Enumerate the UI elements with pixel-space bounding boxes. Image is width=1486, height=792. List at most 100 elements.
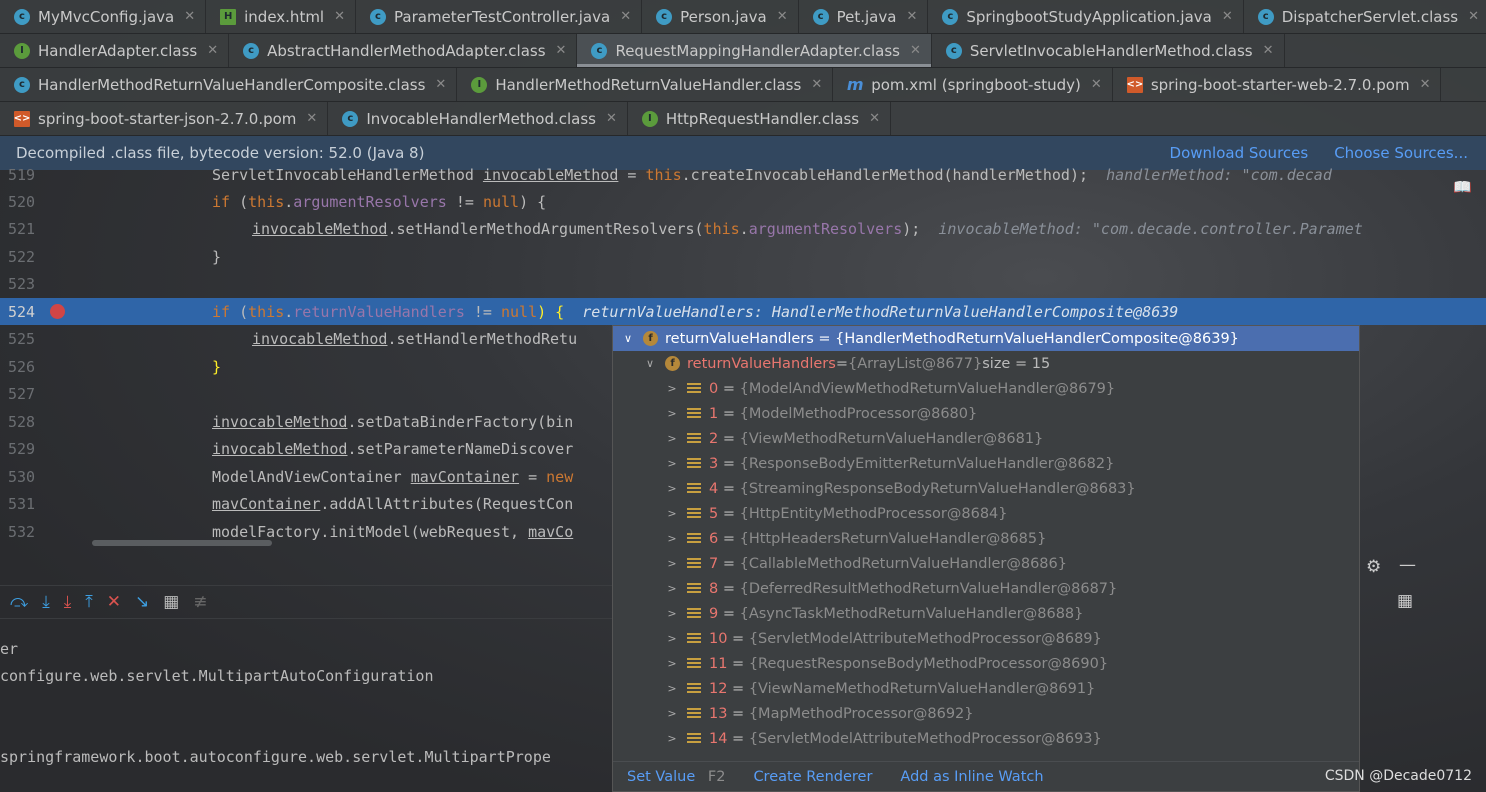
list-element-node[interactable]: >8 = {DeferredResultMethodReturnValueHan…: [613, 576, 1359, 601]
chevron-down-icon[interactable]: ∨: [643, 357, 657, 370]
close-icon[interactable]: ✕: [906, 9, 917, 24]
tab[interactable]: Hindex.html ✕: [206, 0, 357, 33]
tab[interactable]: c Person.java ✕: [642, 0, 799, 33]
close-icon[interactable]: ✕: [1091, 77, 1102, 92]
chevron-down-icon[interactable]: ∨: [621, 332, 635, 345]
tab[interactable]: c InvocableHandlerMethod.class ✕: [328, 102, 628, 135]
close-icon[interactable]: ✕: [606, 111, 617, 126]
force-step-into-icon[interactable]: ⤓: [64, 592, 72, 612]
add-inline-watch-link[interactable]: Add as Inline Watch: [900, 769, 1043, 785]
tab[interactable]: c ParameterTestController.java ✕: [356, 0, 643, 33]
chevron-right-icon[interactable]: >: [665, 657, 679, 670]
close-icon[interactable]: ✕: [435, 77, 446, 92]
step-out-icon[interactable]: ⤒: [85, 592, 93, 612]
tab[interactable]: c Pet.java ✕: [799, 0, 929, 33]
close-icon[interactable]: ✕: [811, 77, 822, 92]
layout-icon[interactable]: ▦: [1397, 591, 1413, 611]
tab-label: RequestMappingHandlerAdapter.class: [615, 41, 900, 60]
tab[interactable]: c MyMvcConfig.java ✕: [0, 0, 207, 33]
close-icon[interactable]: ✕: [207, 43, 218, 58]
tab[interactable]: I HandlerAdapter.class ✕: [0, 34, 230, 67]
close-icon[interactable]: ✕: [869, 111, 880, 126]
list-element-node[interactable]: >13 = {MapMethodProcessor@8692}: [613, 701, 1359, 726]
list-element-node[interactable]: >10 = {ServletModelAttributeMethodProces…: [613, 626, 1359, 651]
breakpoint-icon[interactable]: [50, 304, 65, 319]
close-icon[interactable]: ✕: [1222, 9, 1233, 24]
tab[interactable]: c SpringbootStudyApplication.java ✕: [928, 0, 1244, 33]
chevron-right-icon[interactable]: >: [665, 682, 679, 695]
tab[interactable]: c ServletInvocableHandlerMethod.class ✕: [932, 34, 1285, 67]
set-value-link[interactable]: Set Value: [627, 769, 695, 785]
tree-root-node[interactable]: ∨ f returnValueHandlers = {HandlerMethodRe…: [613, 326, 1359, 351]
close-icon[interactable]: ✕: [910, 43, 921, 58]
chevron-right-icon[interactable]: >: [665, 557, 679, 570]
download-sources-link[interactable]: Download Sources: [1170, 144, 1309, 162]
tab[interactable]: c DispatcherServlet.class ✕: [1244, 0, 1486, 33]
close-icon[interactable]: ✕: [556, 43, 567, 58]
tab[interactable]: <> spring-boot-starter-json-2.7.0.pom ✕: [0, 102, 329, 135]
run-to-cursor-icon[interactable]: ↘: [135, 592, 149, 612]
close-icon[interactable]: ✕: [1263, 43, 1274, 58]
step-over-icon[interactable]: ⤼: [10, 592, 28, 612]
close-icon[interactable]: ✕: [620, 9, 631, 24]
list-element-node[interactable]: >3 = {ResponseBodyEmitterReturnValueHand…: [613, 451, 1359, 476]
chevron-right-icon[interactable]: >: [665, 482, 679, 495]
step-into-icon[interactable]: ⤓: [42, 592, 50, 612]
list-element-node[interactable]: >1 = {ModelMethodProcessor@8680}: [613, 401, 1359, 426]
console-line: springframework.boot.autoconfigure.web.s…: [0, 748, 551, 766]
chevron-right-icon[interactable]: >: [665, 432, 679, 445]
chevron-right-icon[interactable]: >: [665, 732, 679, 745]
tab-row: c MyMvcConfig.java ✕ Hindex.html ✕ c Parameter…: [0, 0, 1486, 34]
chevron-right-icon[interactable]: >: [665, 582, 679, 595]
list-element-node[interactable]: >6 = {HttpHeadersReturnValueHandler@8685…: [613, 526, 1359, 551]
gear-icon[interactable]: ⚙: [1366, 557, 1381, 577]
chevron-right-icon[interactable]: >: [665, 457, 679, 470]
close-icon[interactable]: ✕: [184, 9, 195, 24]
chevron-right-icon[interactable]: >: [665, 707, 679, 720]
list-element-node[interactable]: >9 = {AsyncTaskMethodReturnValueHandler@…: [613, 601, 1359, 626]
chevron-right-icon[interactable]: >: [665, 632, 679, 645]
list-element-node[interactable]: >14 = {ServletModelAttributeMethodProces…: [613, 726, 1359, 751]
tab[interactable]: I HttpRequestHandler.class ✕: [628, 102, 891, 135]
list-element-node[interactable]: >11 = {RequestResponseBodyMethodProcesso…: [613, 651, 1359, 676]
list-element-node[interactable]: >7 = {CallableMethodReturnValueHandler@8…: [613, 551, 1359, 576]
chevron-right-icon[interactable]: >: [665, 607, 679, 620]
create-renderer-link[interactable]: Create Renderer: [753, 769, 872, 785]
choose-sources-link[interactable]: Choose Sources...: [1334, 144, 1468, 162]
list-element-node[interactable]: >2 = {ViewMethodReturnValueHandler@8681}: [613, 426, 1359, 451]
pom-file-icon: <>: [1126, 76, 1143, 93]
tree-child-node[interactable]: ∨ f returnValueHandlers = {ArrayList@8677}…: [613, 351, 1359, 376]
list-item-icon: [687, 432, 701, 445]
trace-icon[interactable]: ≢: [193, 592, 207, 612]
tab[interactable]: c HandlerMethodReturnValueHandlerComposit…: [0, 68, 458, 101]
list-element-node[interactable]: >5 = {HttpEntityMethodProcessor@8684}: [613, 501, 1359, 526]
close-icon[interactable]: ✕: [306, 111, 317, 126]
list-element-node[interactable]: >0 = {ModelAndViewMethodReturnValueHandl…: [613, 376, 1359, 401]
list-element-node[interactable]: >12 = {ViewNameMethodReturnValueHandler@…: [613, 676, 1359, 701]
list-element-node[interactable]: >4 = {StreamingResponseBodyReturnValueHa…: [613, 476, 1359, 501]
tab[interactable]: c RequestMappingHandlerAdapter.class ✕: [577, 34, 932, 67]
interface-icon: I: [471, 76, 488, 93]
close-icon[interactable]: ✕: [777, 9, 788, 24]
evaluate-expression-icon[interactable]: ▦: [163, 592, 179, 612]
chevron-right-icon[interactable]: >: [665, 532, 679, 545]
tab[interactable]: I HandlerMethodReturnValueHandler.class ✕: [457, 68, 834, 101]
tab-label: Person.java: [680, 7, 767, 26]
chevron-right-icon[interactable]: >: [665, 507, 679, 520]
chevron-right-icon[interactable]: >: [665, 382, 679, 395]
close-icon[interactable]: ✕: [334, 9, 345, 24]
close-icon[interactable]: ✕: [1468, 9, 1479, 24]
horizontal-scrollbar[interactable]: [92, 540, 272, 546]
minimize-icon[interactable]: —: [1399, 555, 1416, 575]
drop-frame-icon[interactable]: ✕: [107, 592, 121, 612]
reader-mode-icon[interactable]: 📖: [1453, 178, 1472, 196]
tab[interactable]: c AbstractHandlerMethodAdapter.class ✕: [229, 34, 578, 67]
list-item-icon: [687, 632, 701, 645]
chevron-right-icon[interactable]: >: [665, 407, 679, 420]
tab[interactable]: <> spring-boot-starter-web-2.7.0.pom ✕: [1113, 68, 1442, 101]
tab-label: SpringbootStudyApplication.java: [966, 7, 1212, 26]
java-class-icon: c: [812, 8, 829, 25]
close-icon[interactable]: ✕: [1420, 77, 1431, 92]
tab[interactable]: m pom.xml (springboot-study) ✕: [833, 68, 1113, 101]
